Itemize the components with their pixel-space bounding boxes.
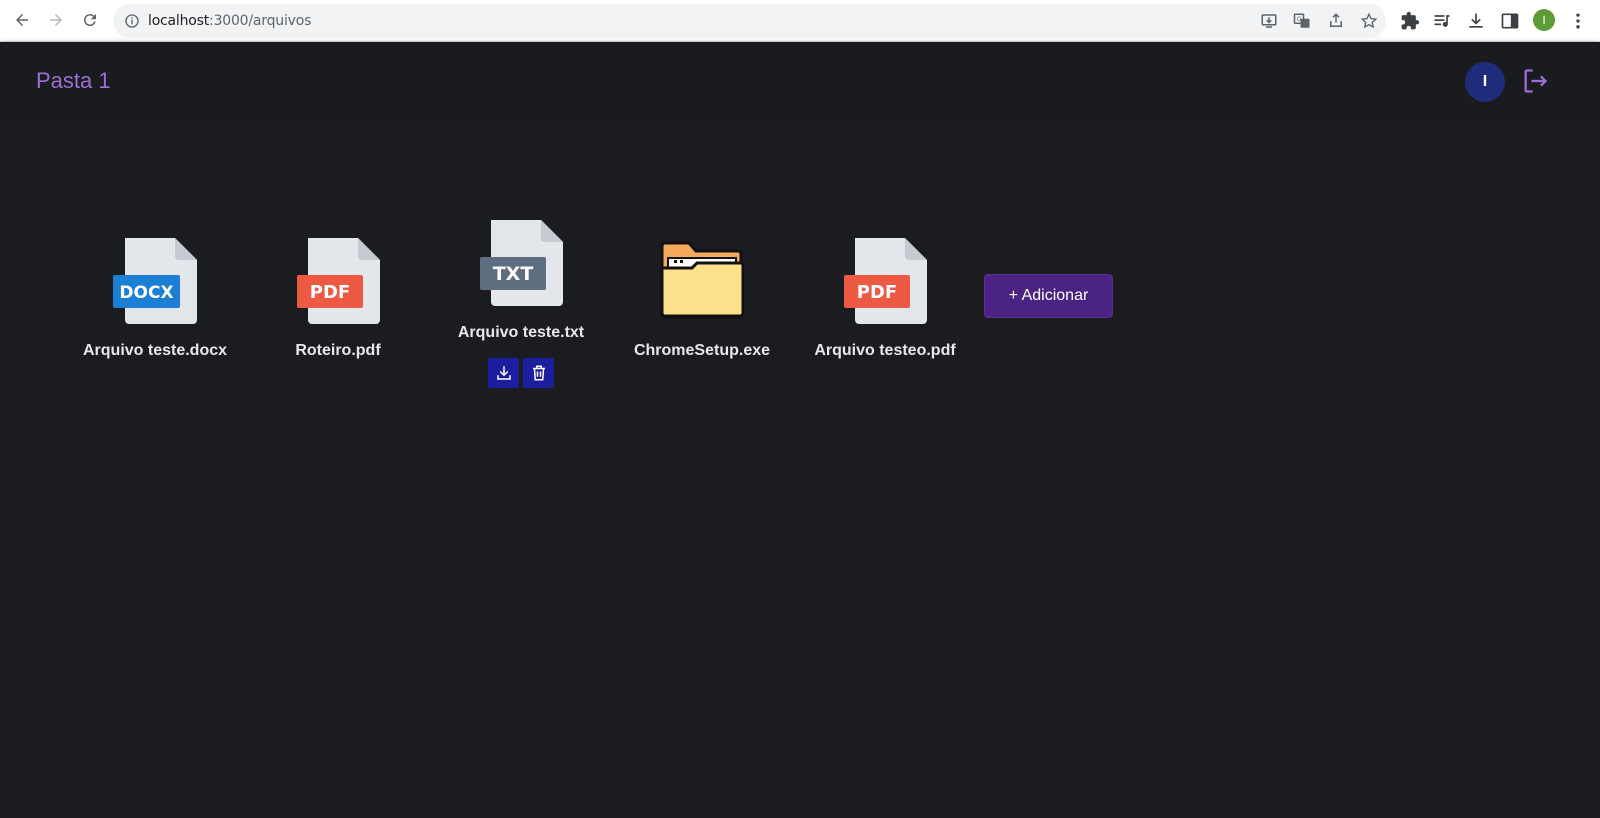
files-area: DOCX Arquivo teste.docx PDF Roteiro.pdf …: [0, 120, 1600, 818]
more-menu-icon[interactable]: [1568, 11, 1588, 31]
file-name: ChromeSetup.exe: [633, 342, 771, 359]
file-badge-text: DOCX: [119, 283, 173, 303]
pdf-file-icon: PDF: [844, 238, 927, 324]
add-file-button[interactable]: + Adicionar: [984, 274, 1113, 318]
translate-icon[interactable]: G: [1293, 12, 1311, 30]
file-badge-text: PDF: [857, 282, 897, 303]
forward-arrow-icon: [50, 14, 62, 26]
page-title: Pasta 1: [36, 68, 111, 93]
delete-button[interactable]: [523, 358, 554, 388]
file-actions: [488, 358, 554, 388]
trash-icon: [532, 365, 545, 381]
reload-button[interactable]: [77, 7, 103, 33]
file-badge-text: PDF: [310, 282, 350, 303]
site-info-icon[interactable]: [124, 13, 140, 29]
file-item[interactable]: PDF Arquivo testeo.pdf: [813, 238, 957, 360]
side-panel-icon[interactable]: [1500, 11, 1520, 31]
downloads-icon[interactable]: [1466, 11, 1486, 31]
file-name: Arquivo teste.txt: [457, 324, 585, 341]
extensions-icon[interactable]: [1400, 11, 1420, 31]
file-badge-text: TXT: [493, 263, 534, 285]
url-text: localhost:3000/arquivos: [148, 13, 312, 29]
download-icon: [496, 366, 511, 380]
address-bar[interactable]: localhost:3000/arquivos G: [113, 4, 1386, 38]
pdf-file-icon: PDF: [297, 238, 380, 324]
reload-icon: [83, 14, 96, 27]
back-button[interactable]: [9, 7, 35, 33]
txt-file-icon: TXT: [480, 220, 563, 306]
file-item[interactable]: DOCX Arquivo teste.docx: [82, 238, 228, 360]
svg-text:G: G: [1297, 16, 1302, 23]
file-item[interactable]: PDF Roteiro.pdf: [286, 238, 390, 360]
file-name: Arquivo teste.docx: [82, 342, 228, 359]
share-icon[interactable]: [1327, 12, 1345, 30]
file-name: Roteiro.pdf: [295, 342, 381, 359]
forward-button[interactable]: [43, 7, 69, 33]
download-button[interactable]: [488, 358, 519, 388]
media-queue-icon[interactable]: [1432, 11, 1452, 31]
install-app-icon[interactable]: [1260, 12, 1278, 30]
app-header: Pasta 1 I: [0, 42, 1600, 120]
file-item[interactable]: ChromeSetup.exe: [632, 238, 772, 360]
user-avatar[interactable]: I: [1465, 62, 1505, 102]
folder-icon: [660, 241, 744, 319]
logout-icon[interactable]: [1521, 67, 1549, 95]
file-name: Arquivo testeo.pdf: [814, 342, 956, 359]
docx-file-icon: DOCX: [113, 238, 197, 324]
browser-toolbar: localhost:3000/arquivos G I: [0, 0, 1600, 42]
browser-profile-avatar[interactable]: I: [1533, 9, 1555, 31]
back-arrow-icon: [16, 14, 28, 26]
file-item[interactable]: TXT Arquivo teste.txt: [456, 220, 586, 388]
bookmark-star-icon[interactable]: [1360, 12, 1378, 30]
